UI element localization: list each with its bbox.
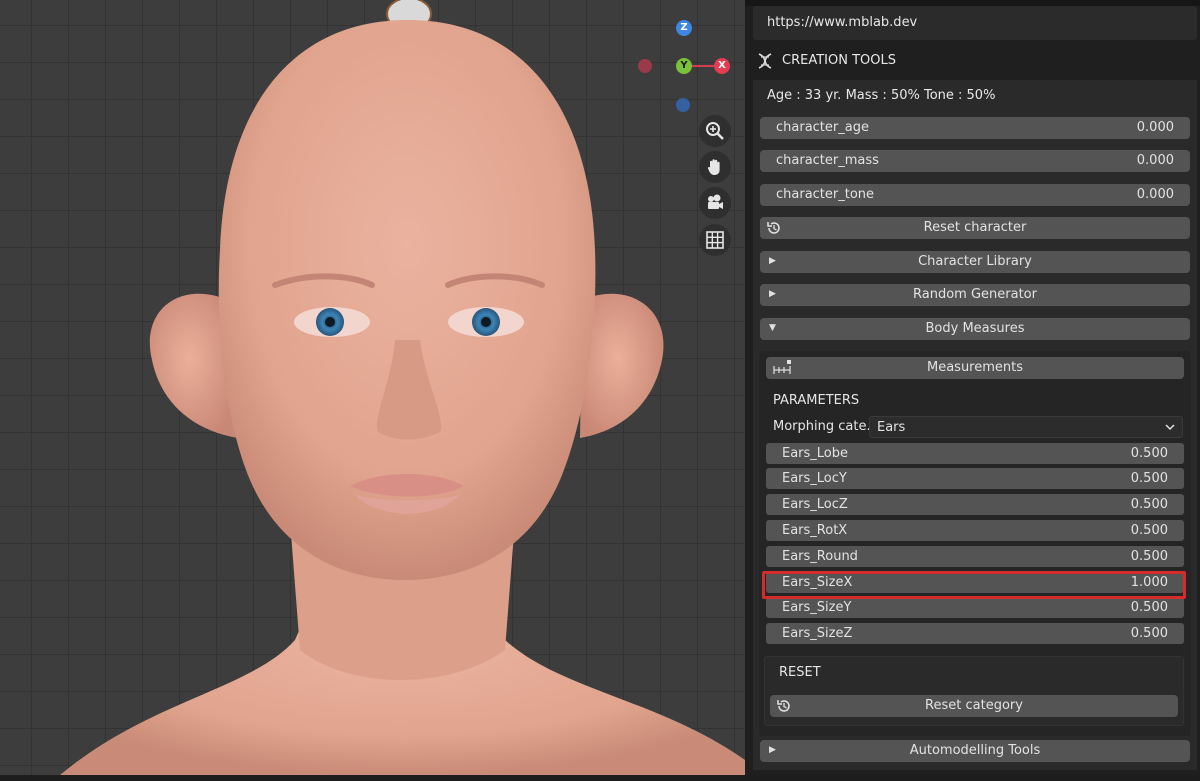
grid-icon (706, 231, 724, 249)
pan-button[interactable] (699, 151, 731, 183)
gizmo-y-axis[interactable]: Y (676, 58, 692, 74)
param-ears-locy[interactable]: Ears_LocY 0.500 (766, 468, 1184, 489)
param-ears-sizez[interactable]: Ears_SizeZ 0.500 (766, 623, 1184, 644)
slider-value: 0.000 (1136, 187, 1174, 202)
param-ears-locz[interactable]: Ears_LocZ 0.500 (766, 494, 1184, 515)
3d-viewport[interactable]: Z Y X (0, 0, 745, 775)
param-label: Ears_Lobe (782, 446, 849, 461)
character-mass-slider[interactable]: character_mass 0.000 (760, 150, 1190, 172)
character-age-slider[interactable]: character_age 0.000 (760, 117, 1190, 139)
gizmo-neg-x[interactable] (638, 59, 652, 73)
param-value: 0.500 (1130, 549, 1168, 564)
chevron-down-icon (1165, 424, 1175, 431)
body-measures-label: Body Measures (925, 321, 1025, 336)
param-label: Ears_LocZ (782, 497, 848, 512)
character-info: Age : 33 yr. Mass : 50% Tone : 50% (767, 88, 996, 103)
param-label: Ears_SizeY (782, 600, 852, 615)
slider-value: 0.000 (1136, 120, 1174, 135)
param-value: 0.500 (1130, 523, 1168, 538)
param-ears-round[interactable]: Ears_Round 0.500 (766, 546, 1184, 567)
param-value: 0.500 (1130, 446, 1168, 461)
highlight-box (762, 571, 1186, 599)
param-label: Ears_LocY (782, 471, 847, 486)
reset-heading: RESET (779, 665, 821, 680)
character-library-toggle[interactable]: ▶ Character Library (760, 251, 1190, 273)
param-value: 0.500 (1130, 497, 1168, 512)
random-generator-label: Random Generator (913, 287, 1037, 302)
param-label: Ears_Round (782, 549, 858, 564)
morphing-category-value: Ears (877, 420, 906, 435)
reset-character-button[interactable]: Reset character (760, 217, 1190, 239)
param-value: 0.500 (1130, 600, 1168, 615)
param-label: Ears_SizeZ (782, 626, 853, 641)
bottom-strip (0, 775, 1200, 781)
dna-icon (758, 53, 772, 69)
slider-label: character_age (776, 120, 869, 135)
slider-value: 0.000 (1136, 153, 1174, 168)
slider-label: character_tone (776, 187, 875, 202)
param-value: 0.500 (1130, 471, 1168, 486)
hand-pan-icon (707, 159, 720, 175)
camera-button[interactable] (699, 187, 731, 219)
param-value: 0.500 (1130, 626, 1168, 641)
param-ears-sizey[interactable]: Ears_SizeY 0.500 (766, 597, 1184, 618)
zoom-icon (706, 122, 724, 140)
morphing-category-label: Morphing cate.. (773, 419, 875, 434)
panel-title: CREATION TOOLS (782, 53, 896, 68)
slider-label: character_mass (776, 153, 879, 168)
morphing-category-select[interactable]: Ears (869, 416, 1183, 438)
character-tone-slider[interactable]: character_tone 0.000 (760, 184, 1190, 206)
measurements-label: Measurements (926, 360, 1024, 375)
creation-tools-header[interactable]: CREATION TOOLS (753, 46, 1197, 76)
gizmo-neg-z[interactable] (676, 98, 690, 112)
character-library-label: Character Library (918, 254, 1032, 269)
url-text: https://www.mblab.dev (767, 15, 918, 30)
zoom-button[interactable] (699, 115, 731, 147)
grid-toggle-button[interactable] (699, 224, 731, 256)
camera-icon (708, 194, 723, 209)
character-head-render (60, 0, 745, 775)
url-box[interactable]: https://www.mblab.dev (753, 6, 1197, 40)
param-ears-lobe[interactable]: Ears_Lobe 0.500 (766, 443, 1184, 464)
param-label: Ears_RotX (782, 523, 848, 538)
gizmo-z-axis[interactable]: Z (676, 20, 692, 36)
param-ears-rotx[interactable]: Ears_RotX 0.500 (766, 520, 1184, 541)
gizmo-x-axis[interactable]: X (714, 58, 730, 74)
reset-category-button[interactable]: Reset category (770, 695, 1178, 717)
body-measures-toggle[interactable]: ▼ Body Measures (760, 318, 1190, 340)
reset-character-label: Reset character (923, 220, 1027, 235)
automodelling-tools-label: Automodelling Tools (909, 743, 1041, 758)
reset-category-label: Reset category (925, 698, 1023, 713)
parameters-heading: PARAMETERS (773, 393, 860, 408)
measurements-button[interactable]: Measurements (766, 357, 1184, 379)
automodelling-tools-toggle[interactable]: ▶ Automodelling Tools (760, 740, 1190, 762)
random-generator-toggle[interactable]: ▶ Random Generator (760, 284, 1190, 306)
